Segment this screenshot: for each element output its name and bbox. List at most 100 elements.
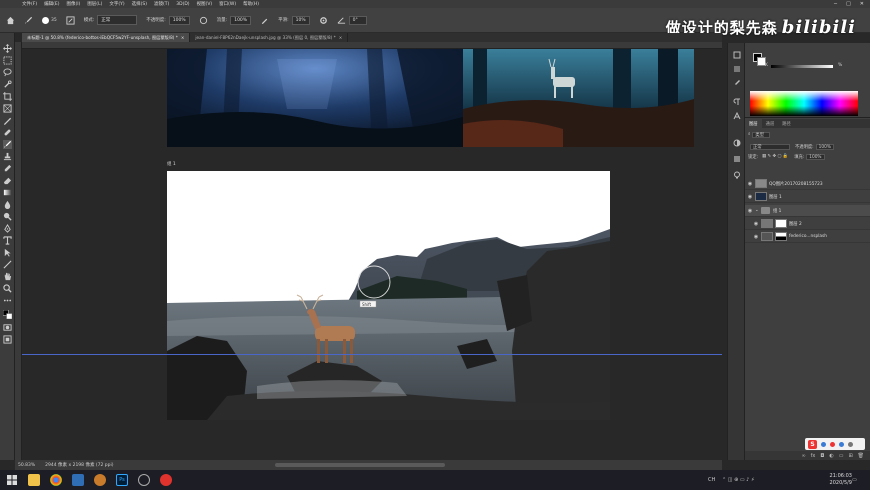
flow-input[interactable]: 100% <box>230 15 252 25</box>
fx-icon[interactable]: fx <box>811 453 816 459</box>
eraser-tool-icon[interactable] <box>3 176 12 185</box>
file-explorer-icon[interactable] <box>28 474 40 486</box>
mode-select[interactable]: 正常 <box>97 15 138 25</box>
layer-group-row[interactable]: ◉ ⌄ 组 1 <box>745 205 870 217</box>
quick-select-tool-icon[interactable] <box>3 80 12 89</box>
netease-music-icon[interactable] <box>160 474 172 486</box>
vertical-ruler[interactable] <box>15 42 22 460</box>
eye-icon[interactable]: ◉ <box>745 194 755 200</box>
ime-settings-icon[interactable] <box>848 441 853 447</box>
angle-input[interactable]: 0° <box>348 15 367 25</box>
lock-icons[interactable]: ▦ ✎ ✥ ▢ 🔒 <box>762 154 788 159</box>
tab-close-icon[interactable]: × <box>339 35 343 40</box>
frame-tool-icon[interactable] <box>3 104 12 113</box>
smoothing-input[interactable]: 10% <box>291 15 310 25</box>
light-bulb-icon[interactable] <box>733 171 741 179</box>
input-language[interactable]: CH <box>708 477 715 483</box>
menu-window[interactable]: 窗口(W) <box>219 1 236 7</box>
layer-mask-thumbnail[interactable] <box>775 219 787 228</box>
layer-filter-select[interactable]: 类型 <box>752 131 771 138</box>
eye-icon[interactable]: ◉ <box>745 208 755 214</box>
layer-row[interactable]: ◉ QQ图片20170208155723 <box>745 178 870 190</box>
tab-paths[interactable]: 路径 <box>778 121 795 127</box>
tab-untitled-1[interactable]: 未标题-1 @ 50.8% (federico-bottos-iEbQCF5w2… <box>22 33 191 42</box>
canvas-area[interactable]: 组 1 Shift <box>22 49 722 460</box>
screen-mode-icon[interactable] <box>3 335 12 344</box>
brush-preset-picker[interactable]: 35 <box>42 16 57 24</box>
eye-icon[interactable]: ◉ <box>751 221 761 227</box>
chrome-icon[interactable] <box>50 474 62 486</box>
horizontal-scrollbar[interactable] <box>275 463 445 467</box>
styles-panel-icon[interactable] <box>733 155 741 163</box>
menu-3d[interactable]: 3D(D) <box>176 2 189 7</box>
layer-row[interactable]: ◉ 图层 1 <box>745 191 870 203</box>
eye-icon[interactable]: ◉ <box>745 181 755 187</box>
menu-filter[interactable]: 滤镜(T) <box>154 1 169 7</box>
horizontal-ruler[interactable] <box>22 42 722 49</box>
type-tool-icon[interactable] <box>3 236 12 245</box>
dodge-tool-icon[interactable] <box>3 212 12 221</box>
tab-channels[interactable]: 通道 <box>762 121 779 127</box>
color-swatches-icon[interactable] <box>2 309 13 320</box>
eyedropper-tool-icon[interactable] <box>3 116 12 125</box>
app-icon[interactable] <box>72 474 84 486</box>
zoom-level[interactable]: 50.83% <box>18 463 35 468</box>
new-group-icon[interactable]: ▭ <box>839 453 844 459</box>
menu-file[interactable]: 文件(F) <box>22 1 37 7</box>
gradient-tool-icon[interactable] <box>3 188 12 197</box>
tab-layers[interactable]: 图层 <box>745 119 762 128</box>
brush-tool-active-icon[interactable] <box>3 140 12 149</box>
layer-mask-thumbnail[interactable] <box>775 232 787 241</box>
eye-icon[interactable]: ◉ <box>751 234 761 240</box>
character-panel-icon[interactable] <box>733 111 741 120</box>
menu-layer[interactable]: 图层(L) <box>87 1 102 7</box>
gear-icon[interactable] <box>319 16 328 25</box>
properties-panel-icon[interactable] <box>733 65 741 73</box>
move-tool-icon[interactable] <box>3 44 12 53</box>
lasso-tool-icon[interactable] <box>3 68 12 77</box>
menu-image[interactable]: 图像(I) <box>66 1 80 7</box>
k-channel-slider[interactable] <box>771 65 833 68</box>
horizontal-guide[interactable] <box>22 354 722 355</box>
layer-row[interactable]: ◉ 图层 2 <box>745 218 870 230</box>
menu-edit[interactable]: 编辑(E) <box>44 1 59 7</box>
main-document-canvas[interactable] <box>167 171 610 420</box>
capture-icon[interactable] <box>138 474 150 486</box>
photoshop-icon[interactable]: Ps <box>116 474 128 486</box>
brush-settings-icon[interactable] <box>733 79 741 87</box>
k-channel-value[interactable]: % <box>838 63 842 68</box>
layer-row[interactable]: ◉ federico...nsplash <box>745 231 870 243</box>
sogou-ime-icon[interactable]: S <box>808 439 817 449</box>
adjustments-panel-icon[interactable] <box>733 139 741 147</box>
pen-tool-icon[interactable] <box>3 224 12 233</box>
blend-mode-select[interactable]: 正常 <box>750 143 790 150</box>
airbrush-icon[interactable] <box>260 16 269 25</box>
ime-toolbar[interactable]: S <box>805 438 865 450</box>
line-tool-icon[interactable] <box>3 260 12 269</box>
home-icon[interactable] <box>6 16 15 25</box>
paragraph-panel-icon[interactable] <box>733 98 741 106</box>
quick-mask-icon[interactable] <box>3 323 12 332</box>
color-spectrum[interactable] <box>750 91 858 116</box>
ime-voice-icon[interactable] <box>830 441 835 447</box>
brush-tool-icon[interactable] <box>24 16 33 25</box>
menu-type[interactable]: 文字(Y) <box>109 1 124 7</box>
brush-panel-icon[interactable] <box>66 15 75 25</box>
zoom-tool-icon[interactable] <box>3 284 12 293</box>
ime-keyboard-icon[interactable] <box>839 441 844 447</box>
more-tools-icon[interactable] <box>3 296 12 305</box>
link-layers-icon[interactable]: ∞ <box>801 453 805 459</box>
tab-close-icon[interactable]: × <box>181 35 185 40</box>
add-mask-icon[interactable]: ◘ <box>820 453 824 459</box>
browser-icon[interactable] <box>94 474 106 486</box>
healing-brush-tool-icon[interactable] <box>3 128 12 137</box>
hand-tool-icon[interactable] <box>3 272 12 281</box>
blur-tool-icon[interactable] <box>3 200 12 209</box>
ime-emoji-icon[interactable] <box>821 441 826 447</box>
history-brush-tool-icon[interactable] <box>3 164 12 173</box>
opacity-input[interactable]: 100% <box>168 15 190 25</box>
fill-input[interactable]: 100% <box>806 153 825 160</box>
tray-icons[interactable]: ⌃ ◫ ⊕ ▭ ♪ ⚡ <box>722 477 754 483</box>
minimize-button[interactable]: ─ <box>834 1 837 7</box>
crop-tool-icon[interactable] <box>3 92 12 101</box>
